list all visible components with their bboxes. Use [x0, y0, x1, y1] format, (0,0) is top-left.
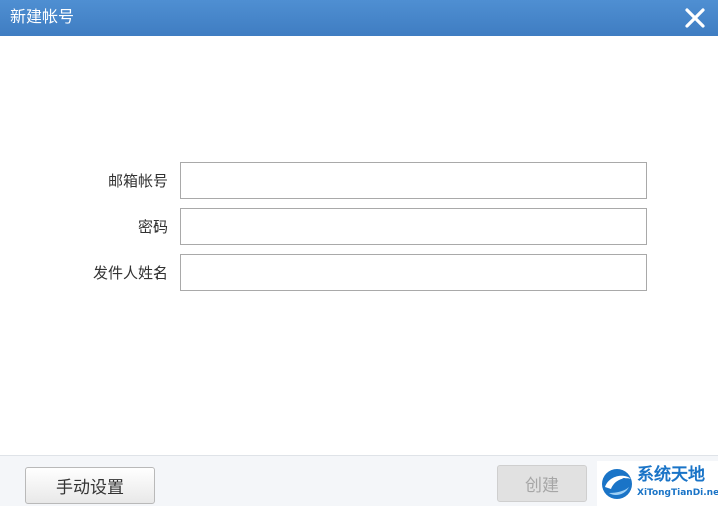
dialog-titlebar: 新建帐号: [0, 0, 718, 36]
dialog-title: 新建帐号: [10, 7, 75, 26]
create-button[interactable]: 创建: [497, 465, 587, 502]
sender-name-row: 发件人姓名 ：: [0, 254, 718, 292]
watermark-name-en: XiTongTianDi.net: [637, 488, 718, 498]
email-account-input[interactable]: [180, 162, 647, 199]
close-icon: [685, 8, 705, 28]
watermark-name-cn: 系统天地: [637, 465, 705, 485]
password-colon: ：: [153, 218, 169, 236]
manual-settings-button[interactable]: 手动设置: [25, 467, 155, 504]
sender-name-colon: ：: [153, 264, 169, 282]
close-button[interactable]: [680, 3, 710, 33]
email-account-colon: ：: [153, 172, 169, 190]
email-account-row: 邮箱帐号 ：: [0, 162, 718, 200]
password-row: 密码 ：: [0, 208, 718, 246]
site-watermark: 系统天地 XiTongTianDi.net: [597, 461, 718, 506]
sender-name-input[interactable]: [180, 254, 647, 291]
xitongtiandi-logo-icon: [602, 469, 632, 499]
new-account-dialog: 新建帐号 邮箱帐号 ： 密码 ： 发件人姓名 ： 手动设置 创建 系统天地 Xi…: [0, 0, 718, 506]
password-input[interactable]: [180, 208, 647, 245]
